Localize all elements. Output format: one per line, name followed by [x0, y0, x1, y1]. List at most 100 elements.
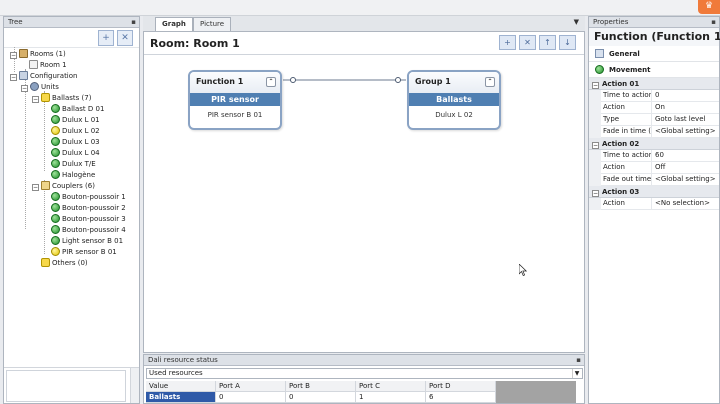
- node-group-1[interactable]: Group 1 ⌃ Ballasts Dulux L 02: [407, 70, 501, 130]
- config-icon: [19, 71, 28, 80]
- green-status-icon: [51, 148, 60, 157]
- table-row[interactable]: Ballasts 0 0 1 6: [146, 392, 496, 403]
- tree-panel-title: Tree: [8, 18, 23, 26]
- green-status-icon: [51, 236, 60, 245]
- prop-section-action-03[interactable]: − Action 03: [589, 186, 719, 198]
- center-tab-bar: Graph Picture ▼: [143, 16, 585, 31]
- green-status-icon: [51, 115, 60, 124]
- green-status-icon: [51, 137, 60, 146]
- table-cell: 0: [216, 392, 286, 403]
- prop-section-action-01[interactable]: − Action 01: [589, 78, 719, 90]
- add-icon: +: [102, 33, 110, 43]
- green-status-icon: [51, 159, 60, 168]
- collapse-toggle-icon[interactable]: −: [21, 85, 28, 92]
- prop-row[interactable]: Action <No selection>: [589, 198, 719, 210]
- tree-item-dulux-l-01[interactable]: Dulux L 01: [51, 115, 100, 126]
- table-header-row: Value Port A Port B Port C Port D: [146, 381, 496, 392]
- folder-icon: [41, 181, 50, 190]
- tree-item-ballast-d-01[interactable]: Ballast D 01: [51, 104, 104, 115]
- top-right-orange-button[interactable]: ♛: [698, 0, 720, 14]
- tree-item-dulux-te[interactable]: Dulux T/E: [51, 159, 96, 170]
- collapse-toggle-icon[interactable]: −: [592, 142, 599, 149]
- tree-item-halogene[interactable]: Halogène: [51, 170, 95, 181]
- prop-row[interactable]: Time to action 60: [589, 150, 719, 162]
- collapse-icon[interactable]: ⌃: [485, 77, 495, 87]
- graph-canvas[interactable]: Room: Room 1 + ✕ ↑ ↓ Function 1 ⌃ PIR se…: [143, 31, 585, 353]
- pin-icon[interactable]: ▪: [711, 17, 716, 27]
- tree-item-bouton-poussoir-1[interactable]: Bouton-poussoir 1: [51, 192, 126, 203]
- green-status-icon: [51, 192, 60, 201]
- prop-row[interactable]: Time to action 0: [589, 90, 719, 102]
- collapse-toggle-icon[interactable]: −: [592, 82, 599, 89]
- tree-item-bouton-poussoir-2[interactable]: Bouton-poussoir 2: [51, 203, 126, 214]
- tree-item-bouton-poussoir-4[interactable]: Bouton-poussoir 4: [51, 225, 126, 236]
- yellow-status-icon: [51, 126, 60, 135]
- tree-item-bouton-poussoir-3[interactable]: Bouton-poussoir 3: [51, 214, 126, 225]
- app-icon: ♛: [704, 1, 714, 11]
- room-icon: [29, 60, 38, 69]
- prop-row[interactable]: Fade out time <Global setting>: [589, 174, 719, 186]
- collapse-icon[interactable]: ⌃: [266, 77, 276, 87]
- tree-item-configuration[interactable]: − Configuration: [10, 71, 77, 82]
- table-cell: 0: [286, 392, 356, 403]
- house-icon: [19, 49, 28, 58]
- tree-item-rooms[interactable]: − Rooms (1): [10, 49, 66, 60]
- tree-scrollbar[interactable]: [130, 368, 139, 403]
- prop-row[interactable]: Action Off: [589, 162, 719, 174]
- tree-item-pir-sensor-b-01[interactable]: PIR sensor B 01: [51, 247, 117, 258]
- tree-item-dulux-l-04[interactable]: Dulux L 04: [51, 148, 100, 159]
- dali-panel-header: Dali resource status ▪: [144, 355, 584, 366]
- chevron-down-icon[interactable]: ▼: [572, 369, 581, 378]
- prop-row[interactable]: Action On: [589, 102, 719, 114]
- sheet-icon: [595, 49, 604, 58]
- dali-resource-select[interactable]: Used resources ▼: [146, 368, 583, 379]
- node-function-1[interactable]: Function 1 ⌃ PIR sensor PIR sensor B 01: [188, 70, 282, 130]
- green-status-icon: [51, 203, 60, 212]
- column-header: Port C: [356, 381, 426, 392]
- node-title: Function 1 ⌃: [190, 72, 280, 93]
- table-empty-area: [496, 381, 576, 403]
- pin-icon[interactable]: ▪: [131, 17, 136, 27]
- node-band: Ballasts: [409, 93, 499, 106]
- tab-graph[interactable]: Graph: [155, 17, 193, 31]
- gear-icon: [30, 82, 39, 91]
- star-icon: [41, 93, 50, 102]
- star-icon: [41, 258, 50, 267]
- tree-remove-button[interactable]: ✕: [117, 30, 133, 46]
- tree-item-others[interactable]: Others (0): [41, 258, 88, 269]
- green-status-icon: [51, 104, 60, 113]
- collapse-toggle-icon[interactable]: −: [32, 184, 39, 191]
- properties-movement-tab[interactable]: Movement: [589, 62, 719, 78]
- tree-item-units[interactable]: − Units: [21, 82, 59, 93]
- tree-item-ballasts[interactable]: − Ballasts (7): [32, 93, 91, 104]
- node-band: PIR sensor: [190, 93, 280, 106]
- prop-row[interactable]: Type Goto last level: [589, 114, 719, 126]
- properties-panel-header: Properties ▪: [589, 17, 719, 28]
- node-subtitle: PIR sensor B 01: [207, 111, 263, 119]
- properties-panel-title: Properties: [593, 18, 629, 26]
- collapse-toggle-icon[interactable]: −: [10, 74, 17, 81]
- collapse-toggle-icon[interactable]: −: [32, 96, 39, 103]
- tree-item-couplers[interactable]: − Couplers (6): [32, 181, 95, 192]
- pin-icon[interactable]: ▪: [576, 355, 581, 365]
- dali-panel-title: Dali resource status: [148, 356, 218, 364]
- tab-menu-dropdown-icon[interactable]: ▼: [574, 18, 579, 26]
- tree-panel: Tree ▪ + ✕ − Rooms (1) Room 1 − Configurat…: [3, 16, 140, 404]
- prop-section-action-02[interactable]: − Action 02: [589, 138, 719, 150]
- collapse-toggle-icon[interactable]: −: [10, 52, 17, 59]
- tree-item-dulux-l-03[interactable]: Dulux L 03: [51, 137, 100, 148]
- tree-item-room-1[interactable]: Room 1: [29, 60, 67, 71]
- properties-general-tab[interactable]: General: [589, 46, 719, 62]
- tab-picture[interactable]: Picture: [193, 17, 232, 31]
- table-cell: Ballasts: [146, 392, 216, 403]
- tree-input-box[interactable]: [6, 370, 126, 402]
- tree-item-dulux-l-02[interactable]: Dulux L 02: [51, 126, 100, 137]
- tree-item-light-sensor-b-01[interactable]: Light sensor B 01: [51, 236, 123, 247]
- collapse-toggle-icon[interactable]: −: [592, 190, 599, 197]
- column-header: Port D: [426, 381, 496, 392]
- remove-icon: ✕: [121, 33, 129, 43]
- mouse-cursor-icon: [519, 264, 527, 276]
- green-status-icon: [51, 225, 60, 234]
- tree-add-button[interactable]: +: [98, 30, 114, 46]
- prop-row[interactable]: Fade in time (s <Global setting>: [589, 126, 719, 138]
